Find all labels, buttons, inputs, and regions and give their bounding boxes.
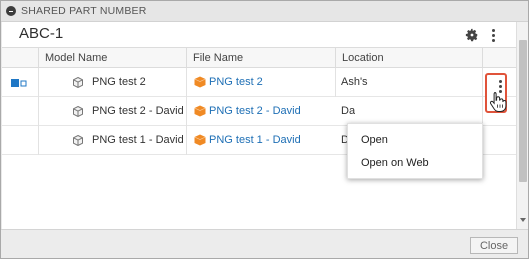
column-divider [38,68,39,155]
design-file-icon [194,134,206,146]
model-name-cell: PNG test 2 - David [92,105,184,117]
column-divider [186,68,187,155]
menu-item-open-on-web[interactable]: Open on Web [361,157,429,169]
gear-icon[interactable] [465,28,479,42]
table-row[interactable]: PNG test 2 - David PNG test 2 - David Da [2,97,516,126]
column-header-file-name[interactable]: File Name [186,47,336,68]
design-file-icon [194,105,206,117]
selected-row-indicator-icon [11,79,27,87]
location-cell: Ash's [341,76,368,88]
shared-part-number-dialog: SHARED PART NUMBER ABC-1 Model Name File… [0,0,529,259]
scroll-down-arrow-icon[interactable] [520,218,526,222]
column-header-location[interactable]: Location [335,47,483,68]
vertical-scrollbar[interactable] [516,22,528,229]
location-cell: Da [341,105,356,117]
collapse-icon[interactable] [6,6,16,16]
menu-item-open[interactable]: Open [361,134,388,146]
component-cube-icon [73,135,83,146]
file-name-link[interactable]: PNG test 2 [209,68,263,96]
selection-column-header [2,47,39,68]
dialog-title: SHARED PART NUMBER [21,5,147,17]
component-cube-icon [73,77,83,88]
model-name-cell: PNG test 1 - David [92,134,184,146]
dialog-footer: Close [1,229,528,258]
column-header-actions [482,47,516,68]
row-context-menu: Open Open on Web [347,123,483,179]
dialog-body: ABC-1 Model Name File Name Location PNG … [2,22,528,229]
part-number-title: ABC-1 [19,25,64,42]
hand-pointer-icon [489,92,507,112]
scrollbar-thumb[interactable] [519,40,527,182]
dialog-titlebar: SHARED PART NUMBER [1,1,528,22]
file-name-link[interactable]: PNG test 1 - David [209,126,301,154]
design-file-icon [194,76,206,88]
model-name-cell: PNG test 2 [92,76,146,88]
table-row[interactable]: PNG test 2 PNG test 2 Ash's [2,68,516,97]
file-name-link[interactable]: PNG test 2 - David [209,97,301,125]
column-header-model-name[interactable]: Model Name [38,47,187,68]
more-vertical-icon[interactable] [488,28,498,42]
component-cube-icon [73,106,83,117]
column-divider [335,68,336,97]
close-button[interactable]: Close [470,237,518,254]
